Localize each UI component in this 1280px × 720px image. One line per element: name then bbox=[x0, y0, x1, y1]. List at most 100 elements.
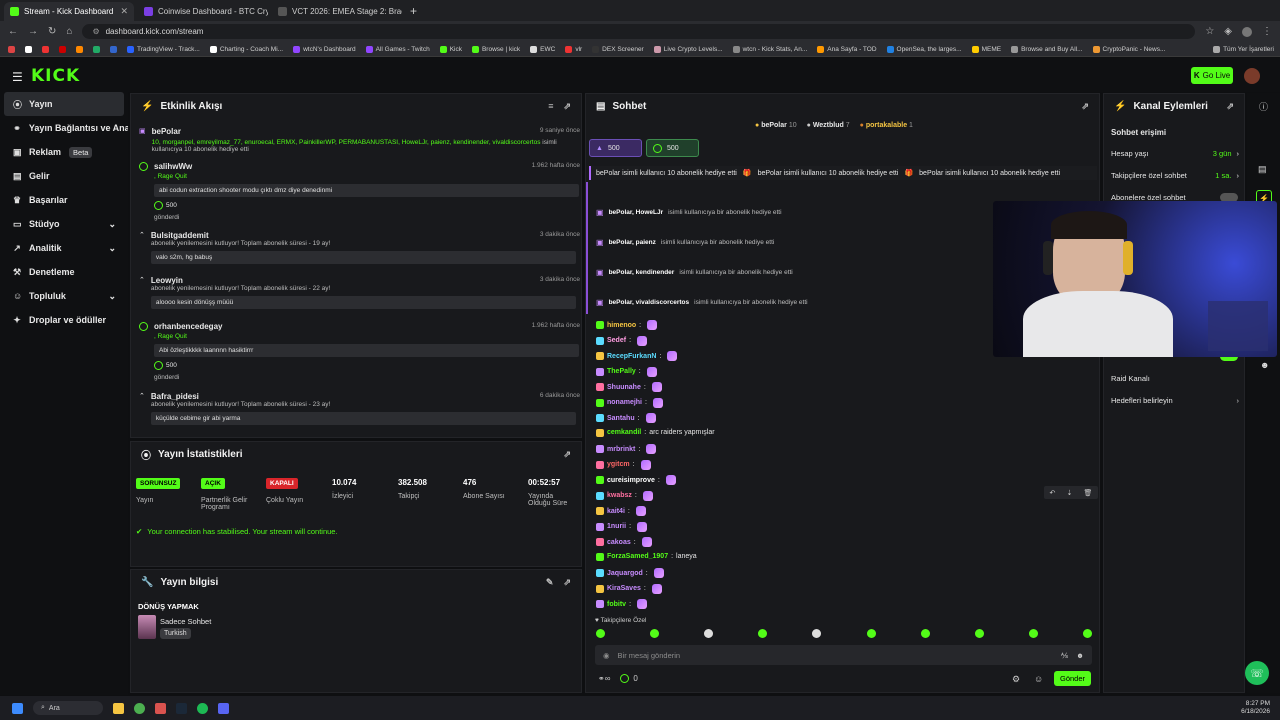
bookmark-item[interactable]: MEME bbox=[971, 45, 1001, 53]
bookmark-item[interactable]: EWC bbox=[530, 45, 555, 53]
url-input[interactable]: ⚙ dashboard.kick.com/stream bbox=[82, 24, 1196, 39]
chat-username[interactable]: ForzaSamed_1907 bbox=[607, 553, 668, 560]
emote-icon[interactable] bbox=[596, 629, 605, 638]
chat-message[interactable]: RecepFurkanN: bbox=[596, 351, 678, 361]
chat-message[interactable]: Shuunahe: bbox=[596, 382, 662, 392]
sidebar-item-ads[interactable]: ▣ Reklam Beta bbox=[0, 140, 128, 164]
chat-message[interactable]: nonamejhi: bbox=[596, 397, 663, 408]
bookmark-icon[interactable] bbox=[59, 45, 66, 53]
chat-message[interactable]: himenoo: bbox=[596, 320, 658, 330]
bookmark-item[interactable]: Browse | kick bbox=[471, 45, 520, 53]
bookmark-item[interactable]: Kick bbox=[439, 45, 462, 53]
chat-message[interactable]: kait4i: bbox=[596, 506, 646, 516]
settings-icon[interactable]: ⚙ bbox=[1012, 674, 1020, 685]
browser-tab-vct[interactable]: VCT 2026: EMEA Stage 2: Brack ✕ bbox=[272, 2, 402, 21]
sidebar-item-moderation[interactable]: ⚒ Denetleme bbox=[0, 260, 128, 284]
chat-username[interactable]: RecepFurkanN bbox=[607, 353, 656, 360]
chat-message[interactable]: ThePally: bbox=[596, 366, 657, 377]
app-icon[interactable] bbox=[155, 702, 166, 714]
set-goals[interactable]: Hedefleri belirleyin › bbox=[1111, 396, 1239, 405]
emote-icon[interactable] bbox=[866, 629, 876, 638]
chat-message[interactable]: Santahu: bbox=[596, 413, 656, 423]
spotify-icon[interactable] bbox=[197, 702, 208, 714]
forward-icon[interactable]: → bbox=[28, 26, 38, 37]
chat-username[interactable]: kait4i bbox=[607, 508, 625, 515]
windows-start-icon[interactable] bbox=[12, 702, 23, 714]
chat-username[interactable]: Santahu bbox=[607, 415, 635, 422]
chat-message[interactable]: fobitv: bbox=[596, 599, 648, 609]
bookmark-item[interactable]: TradingView - Track... bbox=[127, 45, 200, 53]
chat-username[interactable]: Jaquargod bbox=[607, 570, 643, 577]
bookmark-item[interactable]: Ana Sayfa - TOD bbox=[817, 45, 877, 53]
sidebar-item-analytics[interactable]: ↗ Analitik ⌄ bbox=[0, 236, 128, 260]
bookmark-item[interactable]: wtcN's Dashboard bbox=[293, 45, 356, 53]
new-tab-button[interactable]: + bbox=[410, 4, 417, 18]
all-bookmarks[interactable]: Tüm Yer İşaretleri bbox=[1213, 45, 1274, 53]
chat-message[interactable]: ForzaSamed_1907: laneya bbox=[596, 552, 697, 561]
info-icon[interactable]: ⓘ bbox=[1259, 100, 1268, 113]
close-icon[interactable]: ✕ bbox=[120, 6, 128, 17]
file-explorer-icon[interactable] bbox=[113, 702, 124, 714]
top-gifter[interactable]: ● Weztblud 7 bbox=[807, 122, 850, 129]
chat-message[interactable]: 1nurii: bbox=[596, 521, 648, 532]
avatar[interactable] bbox=[1244, 68, 1260, 84]
bookmark-item[interactable]: OpenSea, the larges... bbox=[886, 45, 962, 53]
popout-icon[interactable]: ⇗ bbox=[563, 101, 571, 112]
bookmark-item[interactable]: Charting - Coach Mi... bbox=[209, 45, 283, 53]
chrome-icon[interactable] bbox=[134, 702, 145, 714]
pinned-kicks[interactable]: ▲ 500 bbox=[589, 139, 642, 157]
bookmark-item[interactable]: DEX Screener bbox=[592, 45, 644, 53]
discord-icon[interactable] bbox=[218, 702, 229, 714]
chat-message[interactable]: cureisimprove: bbox=[596, 475, 676, 485]
chat-message[interactable]: KiraSaves: bbox=[596, 583, 662, 594]
edit-icon[interactable]: ✎ bbox=[546, 577, 554, 588]
browser-tab-coinwise[interactable]: Coinwise Dashboard - BTC Cryp ✕ bbox=[138, 2, 268, 21]
delete-icon[interactable]: 🗑 bbox=[1084, 489, 1093, 497]
pin-icon[interactable]: ⇣ bbox=[1067, 489, 1073, 497]
chat-username[interactable]: ThePally bbox=[607, 368, 636, 375]
bookmark-item[interactable]: wtcn - Kick Stats, An... bbox=[732, 45, 807, 53]
sidebar-item-community[interactable]: ☺ Topluluk ⌄ bbox=[0, 284, 128, 308]
bookmark-item[interactable]: CryptoPanic - News... bbox=[1092, 45, 1165, 53]
bookmark-icon[interactable] bbox=[93, 45, 100, 53]
emote-icon[interactable] bbox=[758, 629, 768, 638]
emote-icon[interactable] bbox=[650, 629, 660, 638]
raid-channel[interactable]: Raid Kanalı bbox=[1111, 374, 1239, 383]
chat-username[interactable]: mrbrinkt bbox=[607, 446, 635, 453]
emote-icon[interactable] bbox=[1028, 629, 1038, 638]
chat-username[interactable]: 1nurii bbox=[607, 523, 626, 530]
chat-message[interactable]: cemkandil: arc raiders yapmışlar bbox=[596, 428, 715, 437]
chat-message[interactable]: kwabsz: bbox=[596, 490, 653, 501]
chat-username[interactable]: himenoo bbox=[607, 322, 636, 329]
bookmark-icon[interactable] bbox=[110, 45, 117, 53]
chat-input[interactable]: ◉ Bir mesaj gönderin ⅍ ☻ bbox=[595, 645, 1092, 665]
chat-username[interactable]: cureisimprove bbox=[607, 477, 655, 484]
emote-icon[interactable] bbox=[920, 629, 930, 638]
setting-followers-only[interactable]: Takipçilere özel sohbet 1 sa. › bbox=[1111, 171, 1239, 180]
go-live-button[interactable]: K Go Live bbox=[1191, 67, 1233, 84]
chat-username[interactable]: Shuunahe bbox=[607, 384, 641, 391]
popout-icon[interactable]: ⇗ bbox=[1226, 101, 1234, 112]
chat-message[interactable]: Jaquargod: bbox=[596, 568, 664, 578]
setting-account-age[interactable]: Hesap yaşı 3 gün › bbox=[1111, 149, 1239, 158]
reload-icon[interactable]: ↻ bbox=[48, 26, 56, 37]
users-icon[interactable]: ☻ bbox=[1260, 360, 1269, 370]
settings-link-icon[interactable]: ⚭∞ bbox=[598, 674, 610, 683]
sidebar-item-revenue[interactable]: ▤ Gelir bbox=[0, 164, 128, 188]
translate-icon[interactable]: ⅍ bbox=[1061, 651, 1068, 660]
chat-username[interactable]: cemkandil bbox=[607, 429, 641, 436]
bookmark-icon[interactable] bbox=[76, 45, 83, 53]
bookmark-icon[interactable] bbox=[8, 45, 15, 53]
emote-icon[interactable] bbox=[1082, 629, 1092, 638]
home-icon[interactable]: ⌂ bbox=[66, 26, 72, 37]
emoji-icon[interactable]: ☻ bbox=[1076, 651, 1084, 660]
popout-icon[interactable]: ⇗ bbox=[563, 577, 571, 588]
chat-username[interactable]: fobitv bbox=[607, 601, 626, 608]
menu-icon[interactable]: ⋮ bbox=[1262, 26, 1272, 37]
bookmark-icon[interactable] bbox=[42, 45, 49, 53]
users-icon[interactable]: ☺ bbox=[1034, 674, 1043, 684]
emote-icon[interactable] bbox=[704, 629, 714, 638]
chat-icon[interactable]: ▤ bbox=[1258, 164, 1267, 175]
bookmark-item[interactable]: All Games - Twitch bbox=[365, 45, 430, 53]
pinned-kicks[interactable]: 500 bbox=[646, 139, 699, 157]
